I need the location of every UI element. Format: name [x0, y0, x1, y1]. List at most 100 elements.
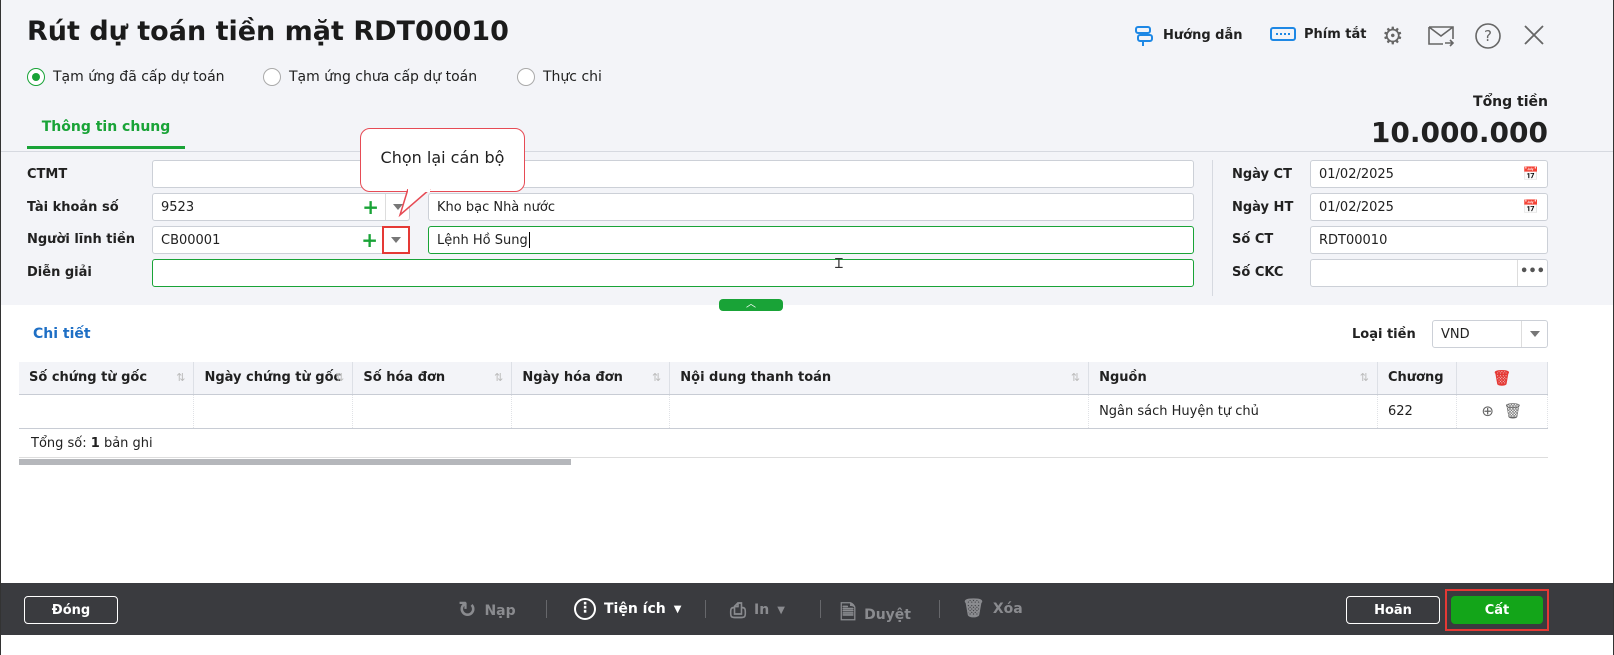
trash-icon: 🗑	[962, 598, 985, 619]
desc-label: Diễn giải	[27, 265, 92, 280]
separator	[546, 600, 547, 618]
column-header[interactable]: Ngày hóa đơn ⇅	[511, 362, 671, 395]
total-label: Tổng tiền	[1473, 94, 1548, 110]
sort-icon[interactable]: ⇅	[1360, 371, 1369, 384]
account-name-input[interactable]: Kho bạc Nhà nước	[428, 193, 1194, 221]
date-ht-label: Ngày HT	[1232, 200, 1294, 215]
vertical-divider	[1212, 160, 1213, 296]
table-cell[interactable]: 622	[1377, 394, 1457, 429]
so-ct-input[interactable]: RDT00010	[1310, 226, 1548, 254]
radio-circle	[517, 68, 535, 86]
table-cell[interactable]	[352, 394, 513, 429]
add-row-icon[interactable]: ⊕	[1481, 402, 1494, 420]
reload-label: Nạp	[484, 602, 516, 619]
table-cell[interactable]	[193, 394, 354, 429]
currency-select[interactable]: VND	[1432, 320, 1548, 348]
tooltip-text: Chọn lại cán bộ	[380, 147, 505, 167]
desc-input[interactable]	[152, 259, 1194, 287]
chevron-down-icon	[1529, 331, 1540, 337]
guide-button[interactable]: Hướng dẫn	[1133, 24, 1243, 46]
separator	[705, 600, 706, 618]
refresh-icon: ↻	[458, 598, 477, 623]
print-button[interactable]: ⎙ In ▼	[730, 598, 785, 622]
count-prefix: Tổng số:	[31, 436, 91, 451]
column-header[interactable]: Chương	[1377, 362, 1457, 395]
approve-button[interactable]: 🗎 Duyệt	[840, 598, 911, 632]
shortcuts-button[interactable]: Phím tắt	[1270, 24, 1367, 44]
radio-actual-spend[interactable]: Thực chi	[517, 68, 602, 86]
radio-advance-unallocated[interactable]: Tạm ứng chưa cấp dự toán	[263, 68, 477, 86]
radio-label: Tạm ứng đã cấp dự toán	[53, 69, 225, 85]
print-label: In	[754, 602, 770, 618]
column-label: Nguồn	[1099, 370, 1147, 386]
utilities-button[interactable]: ⋮ Tiện ích ▼	[574, 598, 681, 620]
sort-icon[interactable]: ⇅	[176, 371, 185, 384]
so-ckc-label: Số CKC	[1232, 265, 1284, 280]
cancel-button[interactable]: Hoãn	[1346, 596, 1440, 624]
receiver-name-input[interactable]: Lệnh Hồ Sung	[428, 226, 1194, 254]
signpost-icon	[1135, 26, 1153, 46]
more-vertical-icon: ⋮	[574, 598, 596, 620]
detail-title: Chi tiết	[33, 326, 91, 342]
close-icon[interactable]	[1523, 24, 1545, 46]
date-ct-input[interactable]: 01/02/2025 📅	[1310, 160, 1548, 188]
sort-icon[interactable]: ⇅	[652, 371, 661, 384]
reload-button[interactable]: ↻ Nạp	[458, 598, 516, 623]
column-header[interactable]: Nguồn ⇅	[1088, 362, 1378, 395]
account-code-combo[interactable]: 9523 +	[152, 193, 410, 221]
column-header[interactable]: Số hóa đơn ⇅	[352, 362, 513, 395]
tab-general-info[interactable]: Thông tin chung	[27, 116, 185, 149]
column-header[interactable]: Số chứng từ gốc ⇅	[19, 362, 195, 395]
date-ct-value: 01/02/2025	[1319, 166, 1394, 182]
tooltip-pointer	[398, 189, 431, 218]
date-ht-input[interactable]: 01/02/2025 📅	[1310, 193, 1548, 221]
chevron-down-icon	[391, 237, 401, 243]
column-header[interactable]: Nội dung thanh toán ⇅	[669, 362, 1090, 395]
radio-circle	[27, 68, 45, 86]
sort-icon[interactable]: ⇅	[1071, 371, 1080, 384]
document-icon: 🗎	[840, 600, 857, 624]
column-label: Chương	[1387, 370, 1444, 386]
sort-icon[interactable]: ⇅	[335, 371, 344, 384]
receiver-code-combo[interactable]: CB00001 +	[152, 226, 410, 254]
close-button[interactable]: Đóng	[24, 596, 118, 624]
help-icon[interactable]: ?	[1474, 22, 1502, 50]
table-row[interactable]: Ngân sách Huyện tự chủ 622 ⊕ 🗑	[19, 394, 1549, 429]
account-label: Tài khoản số	[27, 200, 119, 215]
radio-advance-allocated[interactable]: Tạm ứng đã cấp dự toán	[27, 68, 225, 86]
table-cell[interactable]	[19, 394, 195, 429]
add-account-icon[interactable]: +	[362, 197, 379, 217]
sort-icon[interactable]: ⇅	[494, 371, 503, 384]
horizontal-scrollbar[interactable]	[19, 459, 571, 465]
calendar-icon[interactable]: 📅	[1523, 200, 1539, 215]
collapse-button[interactable]: ︿	[719, 299, 783, 311]
guide-label: Hướng dẫn	[1163, 27, 1243, 43]
more-options-icon[interactable]: •••	[1517, 260, 1547, 286]
table-cell[interactable]	[511, 394, 671, 429]
receiver-name: Lệnh Hồ Sung	[437, 232, 528, 248]
calendar-icon[interactable]: 📅	[1523, 167, 1539, 182]
radio-label: Tạm ứng chưa cấp dự toán	[289, 69, 478, 85]
ctmt-input[interactable]	[152, 160, 1194, 188]
add-receiver-icon[interactable]: +	[361, 230, 378, 250]
delete-button[interactable]: 🗑 Xóa	[962, 598, 1023, 619]
separator	[820, 600, 821, 618]
date-ct-label: Ngày CT	[1232, 167, 1292, 182]
column-header[interactable]: Ngày chứng từ gốc ⇅	[193, 362, 354, 395]
so-ckc-input[interactable]: •••	[1310, 259, 1548, 287]
delete-all-rows-icon[interactable]: 🗑	[1456, 362, 1549, 395]
table-cell[interactable]: Ngân sách Huyện tự chủ	[1088, 394, 1378, 429]
table-cell[interactable]	[669, 394, 1090, 429]
table-header-row: Số chứng từ gốc ⇅ Ngày chứng từ gốc ⇅ Số h…	[19, 362, 1549, 395]
table-divider	[19, 457, 1548, 458]
date-ht-value: 01/02/2025	[1319, 199, 1394, 215]
column-label: Ngày hóa đơn	[522, 370, 623, 386]
radio-circle	[263, 68, 281, 86]
delete-row-icon[interactable]: 🗑	[1504, 402, 1523, 420]
detail-table: Số chứng từ gốc ⇅ Ngày chứng từ gốc ⇅ Số h…	[19, 362, 1549, 429]
send-mail-icon[interactable]	[1427, 24, 1455, 48]
settings-gear-icon[interactable]: ⚙	[1382, 22, 1404, 50]
shortcuts-label: Phím tắt	[1304, 26, 1367, 42]
receiver-dropdown-button[interactable]	[382, 226, 410, 254]
save-button[interactable]: Cất	[1451, 596, 1543, 624]
